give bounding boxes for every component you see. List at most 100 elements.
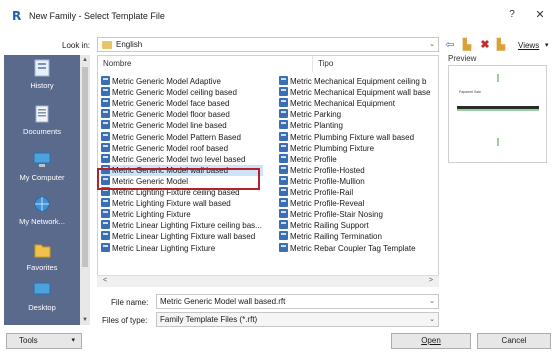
scroll-up-icon[interactable]: ▲ (80, 57, 90, 63)
look-in-dropdown[interactable]: English ⌄ (97, 37, 439, 52)
file-list-item[interactable]: Metric Profile-Hosted (279, 164, 438, 176)
delete-icon[interactable]: ✖ (478, 38, 492, 52)
back-arrow-icon[interactable]: ⇦ (443, 38, 457, 52)
tools-button[interactable]: Tools ▾ (6, 333, 82, 349)
file-list-hscrollbar[interactable]: < > (97, 275, 439, 287)
views-menu[interactable]: Views (518, 41, 539, 50)
file-item-label: Metric Mechanical Equipment wall base (290, 88, 431, 98)
file-item-label: Metric Plumbing Fixture wall based (290, 132, 415, 142)
revit-logo-icon: R (12, 9, 22, 23)
file-list-item[interactable]: Metric Linear Lighting Fixture wall base… (101, 231, 263, 242)
open-button[interactable]: Open (391, 333, 471, 349)
rft-file-icon (279, 198, 288, 208)
file-item-label: Metric Mechanical Equipment ceiling b (290, 77, 427, 86)
file-list-item[interactable]: Metric Profile (279, 153, 438, 165)
views-caret-icon[interactable]: ▾ (545, 41, 549, 49)
close-button[interactable]: ✕ (533, 8, 547, 22)
file-list-item[interactable]: Metric Mechanical Equipment (279, 98, 438, 109)
place-my-computer[interactable]: My Computer (4, 151, 80, 182)
file-list-item[interactable]: Metric Generic Model floor based (101, 109, 263, 120)
scroll-right-icon[interactable]: > (429, 277, 433, 284)
cancel-button[interactable]: Cancel (477, 333, 551, 349)
file-item-label: Metric Linear Lighting Fixture ceiling b… (112, 221, 262, 231)
file-item-label: Metric Generic Model roof based (112, 143, 229, 153)
file-item-label: Metric Profile-Mullion (290, 176, 365, 186)
file-list-item[interactable]: Metric Plumbing Fixture wall based (279, 131, 438, 143)
file-list-item[interactable]: Metric Profile-Stair Nosing (279, 209, 438, 220)
place-label: My Network... (19, 217, 65, 226)
file-type-dropdown[interactable]: Family Template Files (*.rft) ⌄ (156, 312, 439, 327)
file-item-label: Metric Profile-Rail (290, 188, 354, 197)
file-list-item[interactable]: Metric Linear Lighting Fixture (101, 242, 263, 254)
rft-file-icon (279, 187, 288, 196)
place-my-network[interactable]: My Network... (4, 195, 80, 226)
scroll-left-icon[interactable]: < (103, 277, 107, 284)
place-label: My Computer (19, 173, 65, 182)
chevron-down-icon[interactable]: ⌄ (429, 295, 435, 308)
rft-file-icon (279, 131, 288, 141)
file-item-label: Metric Generic Model Pattern Based (112, 132, 241, 142)
look-in-value: English (116, 40, 143, 49)
file-list-item[interactable]: Metric Mechanical Equipment ceiling b (279, 76, 438, 87)
file-list-item[interactable]: Metric Generic Model Pattern Based (101, 131, 263, 143)
file-list-item[interactable]: Metric Lighting Fixture wall based (101, 198, 263, 209)
look-in-label: Look in: (62, 41, 91, 50)
rft-file-icon (279, 109, 288, 119)
places-scrollbar[interactable]: ▲ ▼ (80, 55, 90, 325)
file-list-item[interactable]: Metric Generic Model face based (101, 98, 263, 109)
file-list-item[interactable]: Metric Parking (279, 109, 438, 120)
file-list-item[interactable]: Metric Generic Model ceiling based (101, 87, 263, 98)
place-favorites[interactable]: Favorites (4, 241, 80, 272)
scroll-thumb[interactable] (82, 67, 88, 267)
file-list-item[interactable]: Metric Railing Termination (279, 231, 438, 242)
file-item-label: Metric Generic Model Adaptive (112, 77, 221, 86)
file-name-input[interactable]: Metric Generic Model wall based.rft ⌄ (156, 294, 439, 309)
place-documents[interactable]: Documents (4, 105, 80, 136)
file-item-label: Metric Parking (290, 110, 342, 120)
cancel-label: Cancel (501, 336, 527, 345)
rft-file-icon (101, 153, 110, 163)
help-button[interactable]: ? (505, 8, 519, 22)
file-list-item[interactable]: Metric Mechanical Equipment wall base (279, 87, 438, 98)
file-item-label: Metric Railing Support (290, 221, 369, 231)
template-preview-image: Papamet Sale (457, 74, 539, 146)
file-list-item[interactable]: Metric Plumbing Fixture (279, 142, 438, 154)
rft-file-icon (101, 220, 110, 230)
file-list-item[interactable]: Metric Generic Model line based (101, 120, 263, 131)
rft-file-icon (279, 220, 288, 230)
file-list-item[interactable]: Metric Rebar Coupler Tag Template (279, 242, 438, 254)
place-desktop[interactable]: Desktop (4, 281, 80, 312)
rft-file-icon (279, 120, 288, 130)
file-list-item[interactable]: Metric Generic Model roof based (101, 142, 263, 154)
favorites-icon (34, 244, 51, 258)
desktop-icon (33, 282, 51, 295)
rft-file-icon (101, 142, 110, 152)
file-list-item[interactable]: Metric Profile-Mullion (279, 175, 438, 187)
file-item-label: Metric Linear Lighting Fixture wall base… (112, 232, 256, 242)
scroll-down-icon[interactable]: ▼ (80, 317, 90, 323)
file-list-item[interactable]: Metric Generic Model Adaptive (101, 76, 263, 87)
rft-file-icon (101, 131, 110, 141)
history-icon (34, 59, 50, 77)
file-name-value: Metric Generic Model wall based.rft (160, 297, 286, 306)
file-list-item[interactable]: Metric Planting (279, 120, 438, 131)
rft-file-icon (101, 87, 110, 97)
window-title: New Family - Select Template File (29, 11, 165, 21)
rft-file-icon (279, 209, 288, 219)
network-icon (34, 196, 50, 212)
file-list-item[interactable]: Metric Profile-Rail (279, 187, 438, 198)
up-folder-icon[interactable]: ▙ (460, 38, 474, 52)
column-header-type[interactable]: Tipo (313, 56, 438, 72)
column-header-name[interactable]: Nombre (98, 56, 313, 72)
place-history[interactable]: History (4, 59, 80, 90)
file-list-item[interactable]: Metric Linear Lighting Fixture ceiling b… (101, 220, 263, 231)
documents-icon (35, 105, 49, 123)
file-list-item[interactable]: Metric Railing Support (279, 220, 438, 231)
rft-file-icon (101, 120, 110, 130)
file-list-item[interactable]: Metric Generic Model two level based (101, 153, 263, 165)
chevron-down-icon[interactable]: ⌄ (429, 313, 435, 326)
file-item-label: Metric Generic Model line based (112, 121, 227, 131)
file-list-item[interactable]: Metric Lighting Fixture (101, 209, 263, 220)
new-folder-icon[interactable]: ▙ (494, 38, 508, 52)
file-list-item[interactable]: Metric Profile-Reveal (279, 198, 438, 209)
